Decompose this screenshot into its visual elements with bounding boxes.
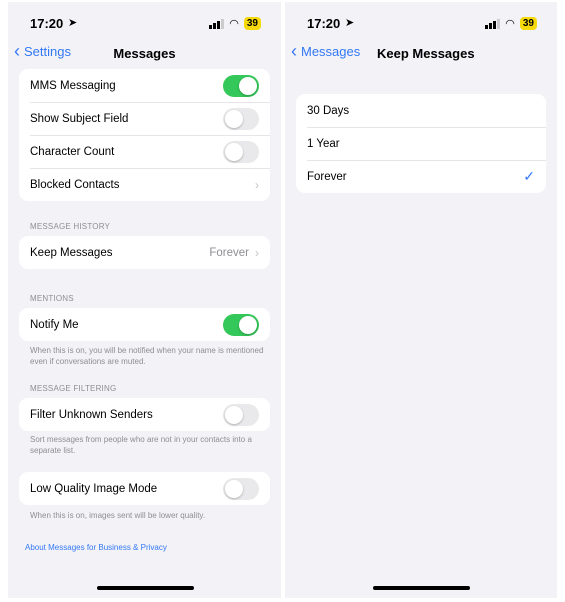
status-bar: 17:20 ➤ ◠ 39	[8, 16, 281, 34]
home-indicator[interactable]	[373, 586, 470, 590]
back-button[interactable]: ‹ Messages	[291, 41, 361, 61]
history-group: Keep Messages Forever ›	[19, 236, 270, 269]
low-quality-toggle[interactable]	[223, 477, 259, 500]
image-group: Low Quality Image Mode	[19, 472, 270, 505]
page-title: Messages	[113, 46, 176, 61]
row-label: Low Quality Image Mode	[30, 482, 158, 495]
battery-icon: 39	[519, 17, 537, 30]
option-30-days[interactable]: 30 Days	[296, 94, 546, 127]
character-count-toggle[interactable]	[223, 140, 259, 163]
notify-me-toggle[interactable]	[223, 313, 259, 336]
keep-messages-screen: 17:20 ➤ ◠ 39 ‹ Messages Keep Messages 30 …	[285, 2, 557, 598]
chevron-left-icon: ‹	[291, 41, 297, 61]
wifi-icon: ◠	[229, 18, 239, 30]
section-header: MENTIONS	[30, 294, 74, 303]
row-label: Filter Unknown Senders	[30, 408, 153, 421]
about-link[interactable]: About Messages for Business & Privacy	[25, 543, 167, 552]
option-label: 1 Year	[307, 137, 340, 150]
mentions-group: Notify Me	[19, 308, 270, 341]
option-forever[interactable]: Forever ✓	[296, 160, 546, 193]
nav-bar: ‹ Settings Messages	[8, 42, 281, 66]
status-bar: 17:20 ➤ ◠ 39	[285, 16, 557, 34]
settings-group: MMS Messaging Show Subject Field Charact…	[19, 69, 270, 201]
show-subject-row[interactable]: Show Subject Field	[19, 102, 270, 135]
status-time: 17:20	[307, 16, 341, 31]
signal-icon	[485, 18, 501, 29]
wifi-icon: ◠	[505, 18, 515, 30]
nav-bar: ‹ Messages Keep Messages	[285, 41, 557, 66]
options-list: 30 Days 1 Year Forever ✓	[296, 94, 546, 193]
section-header: MESSAGE FILTERING	[30, 384, 117, 393]
keep-messages-row[interactable]: Keep Messages Forever ›	[19, 236, 270, 269]
section-footer: When this is on, you will be notified wh…	[30, 346, 264, 366]
page-title: Keep Messages	[377, 46, 475, 61]
location-icon: ➤	[68, 17, 78, 29]
section-footer: When this is on, images sent will be low…	[30, 511, 206, 520]
battery-icon: 39	[243, 17, 261, 30]
blocked-contacts-row[interactable]: Blocked Contacts ›	[19, 168, 270, 201]
subject-toggle[interactable]	[223, 107, 259, 130]
row-label: MMS Messaging	[30, 79, 116, 92]
option-1-year[interactable]: 1 Year	[296, 127, 546, 160]
home-indicator[interactable]	[97, 586, 194, 590]
status-time: 17:20	[30, 16, 64, 31]
messages-settings-screen: 17:20 ➤ ◠ 39 ‹ Settings Messages MMS Mess…	[8, 2, 281, 598]
mms-toggle[interactable]	[223, 74, 259, 97]
notify-me-row[interactable]: Notify Me	[19, 308, 270, 341]
row-label: Character Count	[30, 145, 115, 158]
option-label: 30 Days	[307, 104, 350, 117]
filtering-group: Filter Unknown Senders	[19, 398, 270, 431]
chevron-right-icon: ›	[255, 177, 259, 192]
section-header: MESSAGE HISTORY	[30, 222, 111, 231]
row-label: Show Subject Field	[30, 112, 129, 125]
section-footer: Sort messages from people who are not in…	[30, 435, 252, 455]
row-label: Keep Messages	[30, 246, 113, 259]
option-label: Forever	[307, 170, 347, 183]
filter-unknown-row[interactable]: Filter Unknown Senders	[19, 398, 270, 431]
character-count-row[interactable]: Character Count	[19, 135, 270, 168]
mms-messaging-row[interactable]: MMS Messaging	[19, 69, 270, 102]
signal-icon	[209, 18, 225, 29]
row-value: Forever	[209, 246, 249, 259]
location-icon: ➤	[345, 17, 355, 29]
low-quality-row[interactable]: Low Quality Image Mode	[19, 472, 270, 505]
back-label: Messages	[301, 44, 361, 59]
row-label: Notify Me	[30, 318, 79, 331]
checkmark-icon: ✓	[523, 168, 535, 184]
chevron-right-icon: ›	[255, 245, 259, 260]
filter-unknown-toggle[interactable]	[223, 403, 259, 426]
row-label: Blocked Contacts	[30, 178, 120, 191]
